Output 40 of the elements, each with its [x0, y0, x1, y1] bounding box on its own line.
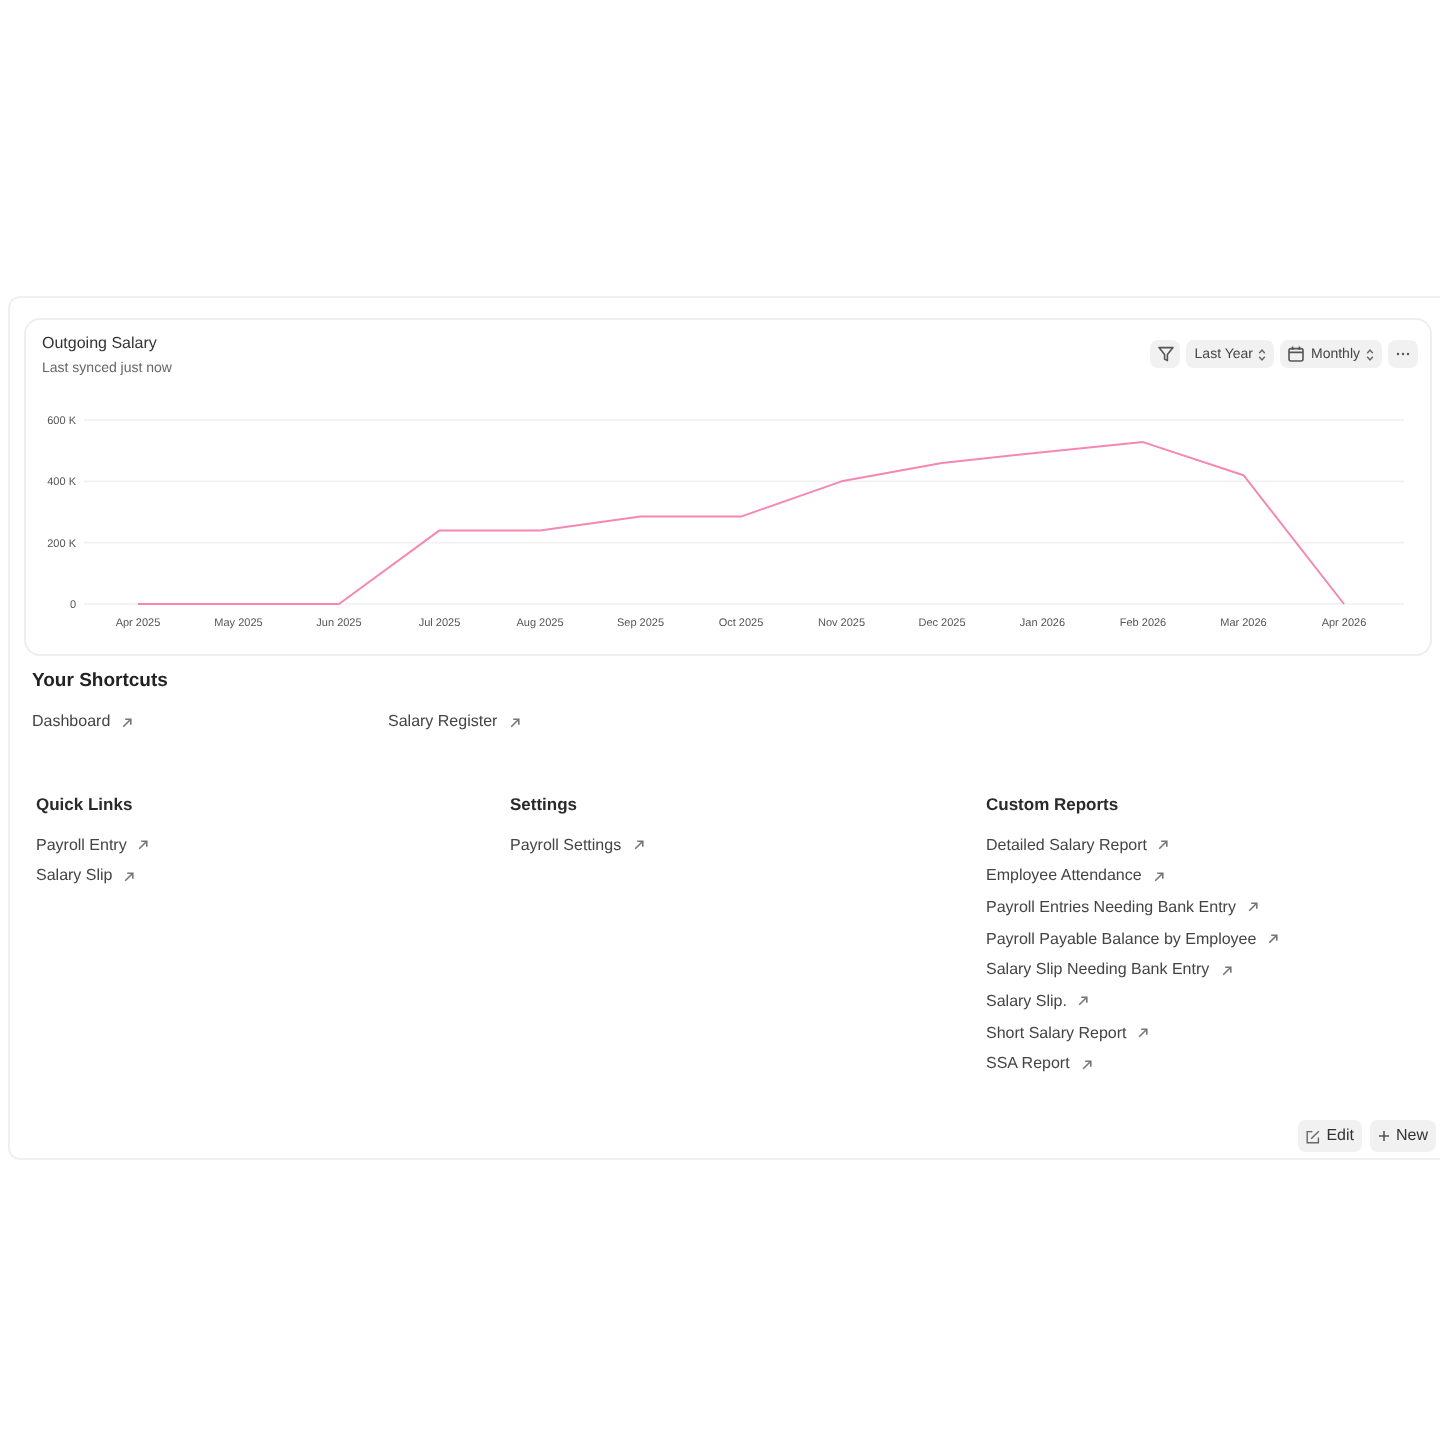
- report-link[interactable]: Short Salary Report: [986, 1023, 1149, 1044]
- edit-icon: [1306, 1129, 1321, 1144]
- report-link[interactable]: Salary Slip Needing Bank Entry: [986, 960, 1232, 981]
- arrow-up-right-icon: [124, 871, 135, 882]
- filter-icon: [1157, 346, 1174, 362]
- chevron-up-down-icon: [1366, 347, 1374, 361]
- arrow-up-right-icon: [1138, 1028, 1149, 1039]
- report-link[interactable]: Payroll Entry: [36, 835, 149, 855]
- report-link[interactable]: SSA Report: [986, 1054, 1092, 1075]
- calendar-icon: [1288, 346, 1305, 362]
- arrow-up-right-icon: [1268, 934, 1279, 945]
- arrow-up-right-icon: [1247, 902, 1258, 913]
- section-heading: Custom Reports: [986, 794, 1119, 816]
- report-link[interactable]: Detailed Salary Report: [986, 835, 1169, 855]
- plus-icon: [1377, 1130, 1390, 1143]
- report-link[interactable]: Payroll Settings: [510, 835, 644, 855]
- arrow-up-right-icon: [633, 840, 644, 850]
- shortcut-link[interactable]: Salary Register: [388, 712, 520, 732]
- arrow-up-right-icon: [138, 840, 149, 850]
- arrow-up-right-icon: [1221, 965, 1232, 976]
- new-button[interactable]: New: [1369, 1120, 1436, 1153]
- arrow-up-right-icon: [122, 717, 133, 727]
- edit-button[interactable]: Edit: [1298, 1120, 1362, 1153]
- arrow-up-right-icon: [1153, 871, 1164, 882]
- section-heading: Settings: [510, 794, 578, 816]
- report-link[interactable]: Salary Slip.: [986, 991, 1089, 1012]
- section-heading: Your Shortcuts: [32, 670, 168, 694]
- arrow-up-right-icon: [509, 717, 520, 727]
- shortcut-link[interactable]: Dashboard: [32, 712, 133, 732]
- section-heading: Quick Links: [36, 794, 133, 816]
- arrow-up-right-icon: [1081, 1059, 1092, 1070]
- arrow-up-right-icon: [1078, 996, 1089, 1007]
- chevron-up-down-icon: [1258, 347, 1267, 361]
- report-link[interactable]: Payroll Entries Needing Bank Entry: [986, 897, 1258, 918]
- report-link[interactable]: Payroll Payable Balance by Employee: [986, 929, 1279, 950]
- report-link[interactable]: Salary Slip: [36, 866, 135, 887]
- filter-button[interactable]: [1150, 340, 1181, 368]
- arrow-up-right-icon: [1158, 840, 1169, 850]
- report-link[interactable]: Employee Attendance: [986, 866, 1164, 887]
- chart-title: Outgoing Salary: [42, 334, 157, 352]
